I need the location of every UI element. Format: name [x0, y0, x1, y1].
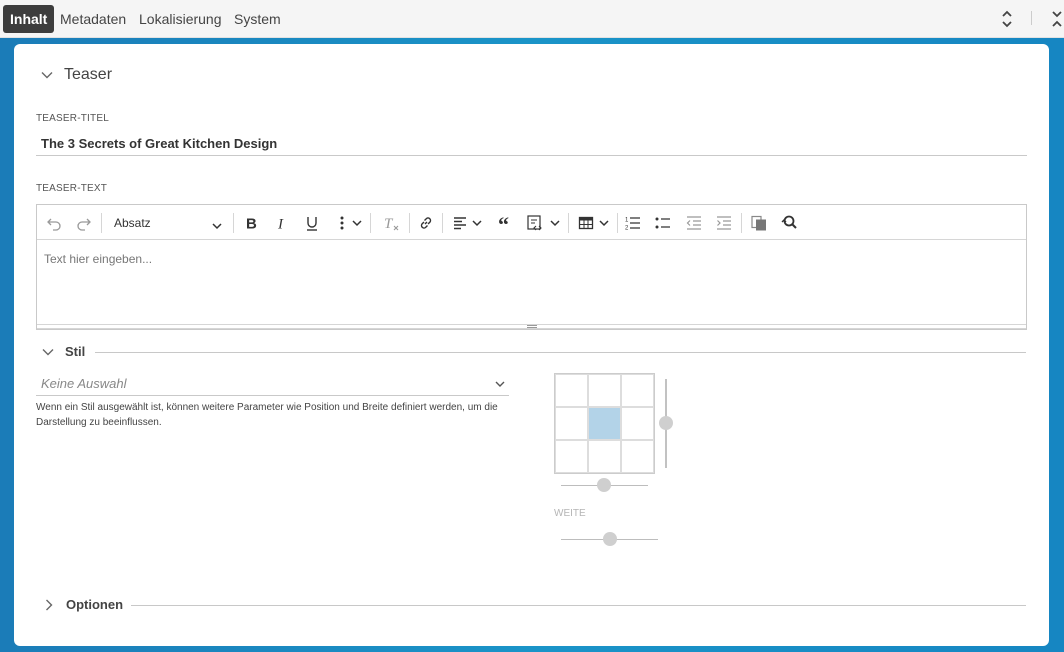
- chevron-down-icon[interactable]: [350, 212, 364, 234]
- position-cell[interactable]: [555, 407, 588, 440]
- svg-text:T: T: [384, 216, 394, 231]
- svg-text:B: B: [246, 216, 257, 232]
- style-select-underline: [36, 395, 509, 396]
- remove-format-icon[interactable]: T: [381, 212, 403, 234]
- table-icon[interactable]: [575, 212, 597, 234]
- expand-collapse-icon[interactable]: [998, 9, 1016, 29]
- resize-grip-icon: [527, 325, 537, 328]
- content-card: [14, 44, 1049, 646]
- find-replace-icon[interactable]: [778, 212, 800, 234]
- chevron-down-icon: [40, 68, 54, 82]
- teaser-section-header[interactable]: Teaser: [40, 66, 112, 84]
- collapse-all-icon[interactable]: [1048, 9, 1064, 29]
- tab-inhalt[interactable]: Inhalt: [3, 5, 55, 33]
- italic-icon[interactable]: I: [270, 212, 292, 234]
- toolbar-separator: [233, 213, 234, 233]
- bold-icon[interactable]: B: [240, 212, 262, 234]
- toolbar-separator: [617, 213, 618, 233]
- editor-toolbar: Absatz B I T “ 1 2: [37, 205, 1026, 240]
- indent-icon[interactable]: [713, 212, 735, 234]
- style-help-text: Wenn ein Stil ausgewählt ist, können wei…: [36, 402, 498, 428]
- link-icon[interactable]: [415, 212, 437, 234]
- stil-section-header[interactable]: Stil: [41, 344, 85, 359]
- position-cell[interactable]: [555, 374, 588, 407]
- rich-text-editor: Absatz B I T “ 1 2 Text hier eingeben...: [36, 204, 1027, 330]
- chevron-down-icon[interactable]: [597, 212, 611, 234]
- chevron-down-icon: [41, 345, 55, 359]
- teaser-text-label: TEASER-TEXT: [36, 183, 108, 194]
- optionen-section-divider: [131, 605, 1026, 606]
- chevron-down-icon[interactable]: [470, 212, 484, 234]
- width-label: WEITE: [554, 508, 586, 519]
- teaser-title-input[interactable]: The 3 Secrets of Great Kitchen Design: [41, 136, 277, 151]
- toolbar-separator: [101, 213, 102, 233]
- toolbar-separator: [741, 213, 742, 233]
- chevron-right-icon: [42, 598, 56, 612]
- position-cell[interactable]: [588, 440, 621, 473]
- paragraph-format-value: Absatz: [114, 216, 151, 230]
- undo-icon[interactable]: [43, 212, 65, 234]
- align-left-icon[interactable]: [449, 212, 471, 234]
- paragraph-format-select[interactable]: Absatz: [103, 212, 227, 234]
- svg-text:1: 1: [625, 218, 629, 224]
- position-cell[interactable]: [621, 374, 654, 407]
- chevron-down-icon: [211, 217, 223, 230]
- code-block-icon[interactable]: [524, 212, 546, 234]
- width-slider-handle[interactable]: [603, 532, 617, 546]
- position-cell[interactable]: [555, 440, 588, 473]
- horizontal-position-slider-handle[interactable]: [597, 478, 611, 492]
- svg-text:I: I: [277, 217, 284, 232]
- teaser-section-title: Teaser: [64, 66, 113, 83]
- editor-resize-handle[interactable]: [37, 324, 1026, 329]
- chevron-down-icon[interactable]: [548, 212, 562, 234]
- position-cell[interactable]: [621, 407, 654, 440]
- tab-lokalisierung[interactable]: Lokalisierung: [132, 5, 229, 33]
- optionen-section-title: Optionen: [66, 597, 124, 612]
- redo-icon[interactable]: [73, 212, 95, 234]
- paste-plain-text-icon[interactable]: [748, 212, 770, 234]
- toolbar-divider: [1031, 11, 1032, 25]
- outdent-icon[interactable]: [683, 212, 705, 234]
- teaser-title-underline: [36, 155, 1027, 156]
- bulleted-list-icon[interactable]: [652, 212, 674, 234]
- toolbar-separator: [442, 213, 443, 233]
- stil-section-divider: [95, 352, 1026, 353]
- position-cell[interactable]: [621, 440, 654, 473]
- underline-icon[interactable]: [301, 212, 323, 234]
- teaser-title-label: TEASER-TITEL: [36, 113, 109, 124]
- toolbar-separator: [409, 213, 410, 233]
- top-tab-bar: Inhalt Metadaten Lokalisierung System: [0, 0, 1064, 38]
- position-cell-selected[interactable]: [588, 407, 621, 440]
- toolbar-separator: [568, 213, 569, 233]
- blockquote-icon[interactable]: “: [494, 212, 516, 234]
- svg-text:2: 2: [625, 226, 629, 232]
- toolbar-separator: [370, 213, 371, 233]
- numbered-list-icon[interactable]: 12: [622, 212, 644, 234]
- svg-text:“: “: [498, 215, 509, 231]
- style-select[interactable]: Keine Auswahl: [41, 376, 127, 391]
- editor-content-area[interactable]: Text hier eingeben...: [44, 252, 152, 266]
- optionen-section-header[interactable]: Optionen: [42, 597, 123, 612]
- chevron-down-icon[interactable]: [494, 377, 506, 389]
- tab-metadaten[interactable]: Metadaten: [53, 5, 133, 33]
- position-cell[interactable]: [588, 374, 621, 407]
- position-grid: [554, 373, 655, 474]
- vertical-position-slider-handle[interactable]: [659, 416, 673, 430]
- stil-section-title: Stil: [65, 344, 86, 359]
- tab-system[interactable]: System: [227, 5, 288, 33]
